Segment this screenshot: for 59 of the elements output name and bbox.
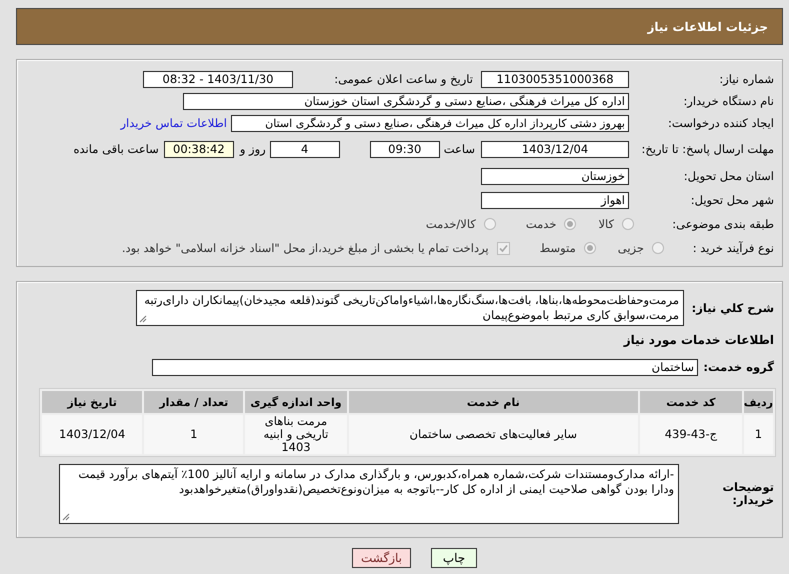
remaining-time-field: 00:38:42 <box>164 140 234 158</box>
checkbox[interactable] <box>496 242 510 254</box>
description-field[interactable]: مرمت‌وحفاظت‌محوطه‌ها،بناها، بافت‌ها،سنگ‌نگاره‌ها،اشیاءواماکن‌تاریخی گتوند(قلعه مجیدخان)پیمانکاران دارای‌رتبه مرمت،سوابق کاری مرتبط باموضوع‌پیمان <box>136 290 684 326</box>
field-label: توضیحات خریدار: <box>722 481 774 507</box>
need-number-field: 1103005351000368 <box>481 70 629 88</box>
radio-label: خدمت <box>526 217 556 231</box>
days-field: 4 <box>270 140 340 158</box>
field-label: شهر محل تحویل: <box>690 194 774 206</box>
radio-label: متوسط <box>540 241 576 255</box>
section-title: اطلاعات خدمات مورد نیاز <box>624 333 774 347</box>
field-label: تاریخ و ساعت اعلان عمومی: <box>333 72 473 86</box>
city-field: اهواز <box>481 192 629 208</box>
radio-button[interactable] <box>584 242 596 254</box>
deadline-time-field: 09:30 <box>370 140 440 158</box>
payment-text: پرداخت تمام یا بخشی از مبلغ خرید،از محل "اسناد خزانه اسلامی" خواهد بود. <box>122 241 489 255</box>
table-cell: 1403/12/04 <box>42 415 142 454</box>
resize-grip-icon[interactable] <box>139 315 147 323</box>
buyer-field: اداره کل میراث فرهنگی ،صنایع دستی و گردشگری استان خوزستان <box>183 92 629 110</box>
remaining-label: ساعت باقی مانده <box>74 142 159 156</box>
back-button[interactable]: بازگشت <box>352 548 411 568</box>
field-label: شماره نیاز: <box>718 72 774 86</box>
table-cell: سایر فعالیت‌های تخصصی ساختمان <box>348 415 638 454</box>
print-button[interactable]: چاپ <box>431 548 477 568</box>
table-cell: 1 <box>744 415 773 454</box>
column-header: کد خدمت <box>640 391 742 413</box>
time-label: ساعت <box>444 142 475 156</box>
requester-field: بهروز دشتی کارپرداز اداره کل میراث فرهنگی ،صنایع دستی و گردشگری استان <box>231 114 629 132</box>
field-label: استان محل تحویل: <box>682 170 774 182</box>
field-label: طبقه بندی موضوعی: <box>671 218 774 230</box>
radio-label: کالا <box>598 217 614 231</box>
table-cell: ج-43-439 <box>640 415 742 454</box>
field-label: شرح کلي نياز: <box>690 302 774 314</box>
radio-button[interactable] <box>564 218 576 230</box>
radio-button[interactable] <box>622 218 634 230</box>
table-cell: 1 <box>144 415 244 454</box>
announce-date-field: 1403/11/30 - 08:32 <box>143 70 293 88</box>
field-label: نوع فرآیند خرید : <box>692 242 774 254</box>
radio-button[interactable] <box>652 242 664 254</box>
column-header: واحد اندازه گیری <box>245 391 347 413</box>
field-label: ایجاد کننده درخواست: <box>667 116 774 130</box>
field-label: مهلت ارسال پاسخ: تا تاریخ: <box>640 142 774 156</box>
field-label: گروه خدمت: <box>702 360 774 374</box>
column-header: ردیف <box>744 391 773 413</box>
days-label: روز و <box>240 142 266 156</box>
page-title: جزئیات اطلاعات نیاز <box>647 20 768 34</box>
column-header: نام خدمت <box>348 391 638 413</box>
buyer-contact-link[interactable]: اطلاعات تماس خریدار <box>120 116 227 130</box>
buyer-notes-field[interactable]: -ارائه مدارک‌ومستندات شرکت،شماره همراه،کدبورس، و بارگذاری مدارک در سامانه و ارایه آنالیز 100٪ آیتم‌های برآورد قیمت ودارا بودن گواهی صلاحیت ایمنی از اداره کل کار--باتوجه به میزان‌ونوع‌تخصیص(نقدواوراق)متغیرخواهدبود <box>59 464 679 524</box>
table-cell: مرمت بناهای تاریخی و ابنیه 1403 <box>245 415 347 454</box>
deadline-date-field: 1403/12/04 <box>481 140 629 158</box>
radio-button[interactable] <box>484 218 496 230</box>
radio-label: جزیی <box>618 241 644 255</box>
resize-grip-icon[interactable] <box>62 513 70 521</box>
province-field: خوزستان <box>481 168 629 184</box>
column-header: تاریخ نیاز <box>42 391 142 413</box>
column-header: تعداد / مقدار <box>144 391 244 413</box>
radio-label: کالا/خدمت <box>426 217 476 231</box>
field-label: نام دستگاه خریدار: <box>682 94 774 108</box>
service-group-field: ساختمان <box>152 358 698 376</box>
